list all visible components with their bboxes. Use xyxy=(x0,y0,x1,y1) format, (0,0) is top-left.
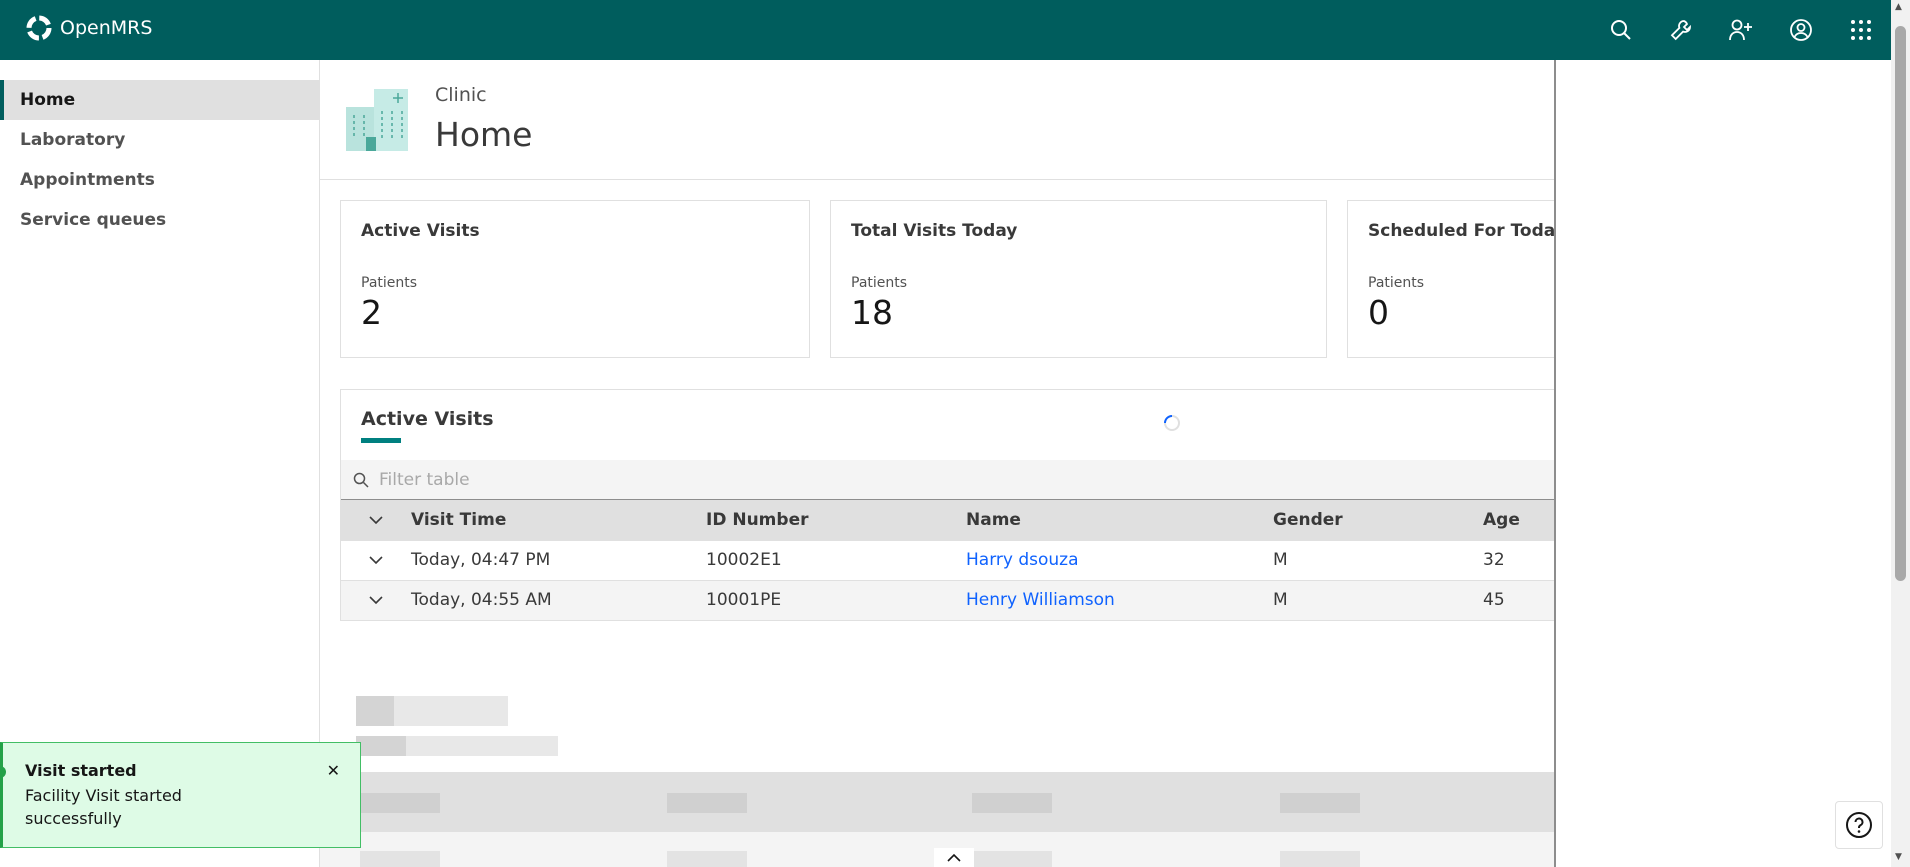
page-subtitle: Clinic xyxy=(435,84,487,106)
toast-message: Facility Visit started successfully xyxy=(25,786,182,828)
success-icon xyxy=(0,766,6,778)
column-header-age[interactable]: Age xyxy=(1483,500,1554,540)
metric-tile-active-visits: Active Visits Patients 2 xyxy=(340,200,810,358)
visit-started-toast: Visit started Facility Visit started suc… xyxy=(0,742,361,848)
cell-age: 45 xyxy=(1483,579,1554,620)
sidebar-item-label: Laboratory xyxy=(20,130,126,150)
top-nav-bar: OpenMRS xyxy=(0,0,1891,60)
wrench-icon[interactable] xyxy=(1651,0,1711,60)
cell-gender: M xyxy=(1273,539,1483,580)
tile-title: Active Visits xyxy=(361,221,480,241)
filter-table-input[interactable] xyxy=(379,469,779,490)
page-scrollbar[interactable]: ▲ ▼ xyxy=(1891,0,1910,867)
sidebar-item-service-queues[interactable]: Service queues xyxy=(0,200,319,240)
metric-tile-total-visits: Total Visits Today Patients 18 xyxy=(830,200,1327,358)
cell-id-number: 10001PE xyxy=(706,579,966,620)
cell-age: 32 xyxy=(1483,539,1554,580)
chevron-down-icon xyxy=(369,596,383,605)
clinic-illustration-icon xyxy=(346,89,408,151)
column-header-name[interactable]: Name xyxy=(966,500,1273,540)
row-expand-toggle[interactable] xyxy=(341,539,411,580)
tile-value: 0 xyxy=(1368,293,1389,332)
patient-name-link[interactable]: Harry dsouza xyxy=(966,539,1273,580)
cell-visit-time: Today, 04:47 PM xyxy=(411,539,706,580)
tile-title: Scheduled For Today xyxy=(1368,221,1554,241)
sidebar-item-label: Service queues xyxy=(20,210,167,230)
title-underline xyxy=(361,438,401,443)
search-icon xyxy=(353,472,369,488)
page-header: Clinic Home xyxy=(320,60,1554,180)
add-patient-icon[interactable] xyxy=(1711,0,1771,60)
table-header-row: Visit Time ID Number Name Gender Age xyxy=(341,500,1554,540)
column-header-gender[interactable]: Gender xyxy=(1273,500,1483,540)
scrollbar-thumb[interactable] xyxy=(1895,26,1906,581)
app-switcher-icon[interactable] xyxy=(1831,0,1891,60)
metric-tile-scheduled: Scheduled For Today Patients 0 xyxy=(1347,200,1554,358)
sidebar-item-home[interactable]: Home xyxy=(0,80,319,120)
scroll-down-arrow-icon[interactable]: ▼ xyxy=(1895,852,1902,862)
app-name: OpenMRS xyxy=(60,17,153,39)
column-header-visit-time[interactable]: Visit Time xyxy=(411,500,706,540)
scroll-up-arrow-icon[interactable]: ▲ xyxy=(1895,2,1902,12)
tile-label: Patients xyxy=(851,275,908,291)
tile-label: Patients xyxy=(1368,275,1425,291)
loading-spinner-icon xyxy=(1164,415,1180,431)
sidebar-item-appointments[interactable]: Appointments xyxy=(0,160,319,200)
right-side-panel xyxy=(1554,60,1891,867)
patient-name-link[interactable]: Henry Williamson xyxy=(966,579,1273,620)
sidebar-item-label: Home xyxy=(20,90,76,110)
page-title: Home xyxy=(435,115,533,154)
cell-visit-time: Today, 04:55 AM xyxy=(411,579,706,620)
filter-bar xyxy=(341,460,1554,500)
active-visits-table: Visit Time ID Number Name Gender Age Tod… xyxy=(341,500,1554,620)
tile-value: 18 xyxy=(851,293,893,332)
main-content: Clinic Home Active Visits Patients 2 Tot… xyxy=(320,60,1554,867)
sidebar-item-label: Appointments xyxy=(20,170,155,190)
tile-title: Total Visits Today xyxy=(851,221,1018,241)
sidebar-item-laboratory[interactable]: Laboratory xyxy=(0,120,319,160)
tile-value: 2 xyxy=(361,293,382,332)
help-button[interactable] xyxy=(1835,801,1883,849)
table-row: Today, 04:47 PM 10002E1 Harry dsouza M 3… xyxy=(341,539,1554,580)
chevron-up-icon xyxy=(947,853,961,862)
close-icon[interactable]: ✕ xyxy=(327,761,340,780)
tile-label: Patients xyxy=(361,275,418,291)
search-icon[interactable] xyxy=(1591,0,1651,60)
column-header-id-number[interactable]: ID Number xyxy=(706,500,966,540)
toast-title: Visit started xyxy=(25,761,137,780)
help-icon xyxy=(1846,812,1872,838)
table-row: Today, 04:55 AM 10001PE Henry Williamson… xyxy=(341,579,1554,620)
active-visits-title: Active Visits xyxy=(361,408,494,430)
metrics-tiles: Active Visits Patients 2 Total Visits To… xyxy=(340,200,1554,358)
user-avatar-icon[interactable] xyxy=(1771,0,1831,60)
openmrs-logo[interactable]: OpenMRS xyxy=(24,13,152,43)
cell-gender: M xyxy=(1273,579,1483,620)
expand-all-toggle[interactable] xyxy=(341,500,411,540)
chevron-down-icon xyxy=(369,556,383,565)
openmrs-logo-icon xyxy=(26,15,52,41)
chevron-down-icon xyxy=(369,516,383,524)
row-expand-toggle[interactable] xyxy=(341,579,411,620)
scroll-to-top-button[interactable] xyxy=(934,848,974,867)
cell-id-number: 10002E1 xyxy=(706,539,966,580)
active-visits-panel: Active Visits Visit Time ID Number Name xyxy=(340,389,1554,621)
